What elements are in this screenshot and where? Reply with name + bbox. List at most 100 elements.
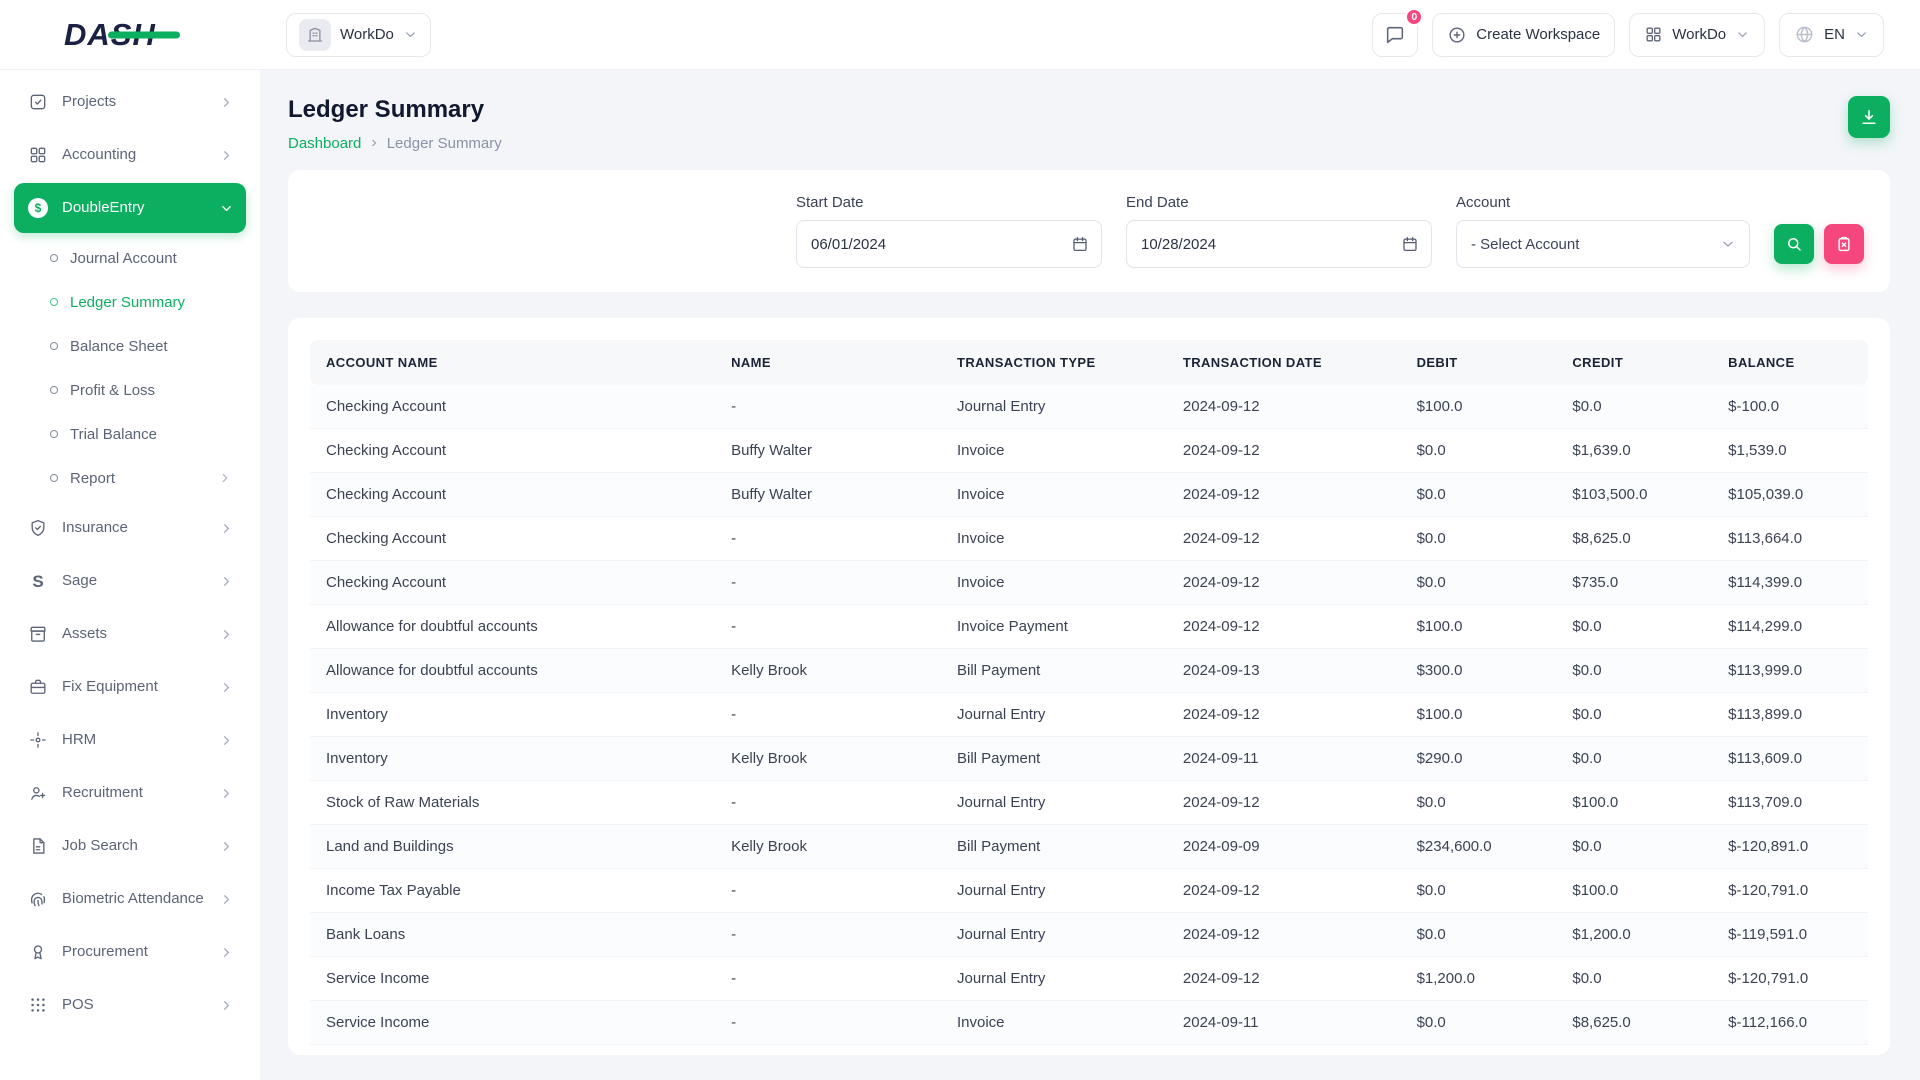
chat-icon bbox=[1384, 24, 1406, 46]
logo-area: DASH bbox=[0, 17, 260, 53]
account-select[interactable]: - Select Account bbox=[1456, 220, 1750, 268]
calendar-icon[interactable] bbox=[1401, 235, 1419, 253]
sidebar-item-accounting[interactable]: Accounting bbox=[14, 130, 246, 180]
sidebar-item-label: Recruitment bbox=[62, 784, 205, 803]
sidebar-subitem-label: Report bbox=[70, 470, 115, 487]
sidebar-item-label: HRM bbox=[62, 731, 205, 750]
table-row[interactable]: Inventory-Journal Entry2024-09-12$100.0$… bbox=[310, 693, 1868, 737]
table-row[interactable]: Service Income-Invoice2024-09-11$0.0$8,6… bbox=[310, 1001, 1868, 1045]
table-cell: Invoice bbox=[941, 1001, 1167, 1045]
table-row[interactable]: Land and BuildingsKelly BrookBill Paymen… bbox=[310, 825, 1868, 869]
table-row[interactable]: Stock of Raw Materials-Journal Entry2024… bbox=[310, 781, 1868, 825]
table-cell: 2024-09-13 bbox=[1167, 649, 1401, 693]
sidebar-item-label: Biometric Attendance bbox=[62, 890, 205, 909]
table-cell: Journal Entry bbox=[941, 869, 1167, 913]
chevron-right-icon bbox=[219, 574, 234, 589]
sidebar-item-label: Insurance bbox=[62, 519, 205, 538]
download-icon bbox=[1859, 107, 1879, 127]
main-content: Ledger Summary Dashboard › Ledger Summar… bbox=[260, 70, 1920, 1080]
search-button[interactable] bbox=[1774, 224, 1814, 264]
language-selector[interactable]: EN bbox=[1779, 13, 1884, 57]
start-date-field: Start Date bbox=[796, 194, 1102, 268]
table-row[interactable]: Income Tax Payable-Journal Entry2024-09-… bbox=[310, 869, 1868, 913]
workspace-selector[interactable]: WorkDo bbox=[286, 13, 431, 57]
sidebar-item-biometric-attendance[interactable]: Biometric Attendance bbox=[14, 874, 246, 924]
table-row[interactable]: Bank Loans-Journal Entry2024-09-12$0.0$1… bbox=[310, 913, 1868, 957]
table-header-row: ACCOUNT NAMENAMETRANSACTION TYPETRANSACT… bbox=[310, 340, 1868, 385]
table-row[interactable]: Checking Account-Invoice2024-09-12$0.0$8… bbox=[310, 517, 1868, 561]
workdo-menu-label: WorkDo bbox=[1672, 26, 1726, 43]
table-cell: $0.0 bbox=[1556, 737, 1712, 781]
table-cell: Checking Account bbox=[310, 561, 715, 605]
sidebar-subitem-balance-sheet[interactable]: Balance Sheet bbox=[0, 324, 260, 368]
ledger-table: ACCOUNT NAMENAMETRANSACTION TYPETRANSACT… bbox=[310, 340, 1868, 1045]
table-cell: Inventory bbox=[310, 737, 715, 781]
table-cell: Journal Entry bbox=[941, 781, 1167, 825]
filter-card: Start Date End Date Account bbox=[288, 170, 1890, 292]
column-header-name: NAME bbox=[715, 340, 941, 385]
chevron-right-icon bbox=[219, 148, 234, 163]
table-row[interactable]: Service Income-Journal Entry2024-09-12$1… bbox=[310, 957, 1868, 1001]
sidebar-item-procurement[interactable]: Procurement bbox=[14, 927, 246, 977]
table-cell: Invoice bbox=[941, 473, 1167, 517]
table-cell: $-100.0 bbox=[1712, 385, 1868, 429]
table-row[interactable]: Checking AccountBuffy WalterInvoice2024-… bbox=[310, 429, 1868, 473]
chevron-right-icon bbox=[219, 680, 234, 695]
create-workspace-button[interactable]: Create Workspace bbox=[1432, 13, 1615, 57]
table-cell: $0.0 bbox=[1556, 693, 1712, 737]
table-cell: $0.0 bbox=[1401, 561, 1557, 605]
bullet-icon bbox=[50, 430, 58, 438]
sidebar-item-hrm[interactable]: HRM bbox=[14, 715, 246, 765]
top-bar: DASH WorkDo 0 Create Workspace WorkDo bbox=[0, 0, 1920, 70]
grid-icon bbox=[1644, 25, 1663, 44]
start-date-input[interactable] bbox=[796, 220, 1102, 268]
sidebar-subitem-report[interactable]: Report bbox=[0, 456, 260, 500]
column-header-credit: CREDIT bbox=[1556, 340, 1712, 385]
calendar-icon[interactable] bbox=[1071, 235, 1089, 253]
workdo-app-menu[interactable]: WorkDo bbox=[1629, 13, 1765, 57]
table-cell: 2024-09-09 bbox=[1167, 825, 1401, 869]
breadcrumb-home-link[interactable]: Dashboard bbox=[288, 135, 361, 152]
table-row[interactable]: Allowance for doubtful accounts-Invoice … bbox=[310, 605, 1868, 649]
ledger-table-card: ACCOUNT NAMENAMETRANSACTION TYPETRANSACT… bbox=[288, 318, 1890, 1055]
sidebar-item-doubleentry[interactable]: $ DoubleEntry bbox=[14, 183, 246, 233]
pos-dots-icon bbox=[28, 995, 48, 1015]
table-cell: 2024-09-12 bbox=[1167, 385, 1401, 429]
dash-logo[interactable]: DASH bbox=[64, 17, 156, 53]
chevron-right-icon bbox=[219, 998, 234, 1013]
table-row[interactable]: Checking AccountBuffy WalterInvoice2024-… bbox=[310, 473, 1868, 517]
sidebar-subitem-profit-loss[interactable]: Profit & Loss bbox=[0, 368, 260, 412]
breadcrumb-separator-icon: › bbox=[371, 134, 376, 152]
sidebar-item-label: Job Search bbox=[62, 837, 205, 856]
table-cell: $8,625.0 bbox=[1556, 517, 1712, 561]
square-check-icon bbox=[28, 92, 48, 112]
download-button[interactable] bbox=[1848, 96, 1890, 138]
sidebar-item-job-search[interactable]: Job Search bbox=[14, 821, 246, 871]
sidebar-subitem-trial-balance[interactable]: Trial Balance bbox=[0, 412, 260, 456]
sidebar-subitem-journal-account[interactable]: Journal Account bbox=[0, 236, 260, 280]
sidebar-item-insurance[interactable]: Insurance bbox=[14, 503, 246, 553]
table-cell: Checking Account bbox=[310, 517, 715, 561]
sidebar-item-projects[interactable]: Projects bbox=[14, 77, 246, 127]
table-row[interactable]: Checking Account-Invoice2024-09-12$0.0$7… bbox=[310, 561, 1868, 605]
sidebar-item-sage[interactable]: S Sage bbox=[14, 556, 246, 606]
sidebar-item-assets[interactable]: Assets bbox=[14, 609, 246, 659]
bullet-icon bbox=[50, 474, 58, 482]
end-date-label: End Date bbox=[1126, 194, 1432, 211]
sidebar-item-fix-equipment[interactable]: Fix Equipment bbox=[14, 662, 246, 712]
sidebar-subitem-ledger-summary[interactable]: Ledger Summary bbox=[0, 280, 260, 324]
sidebar-item-recruitment[interactable]: Recruitment bbox=[14, 768, 246, 818]
table-cell: 2024-09-12 bbox=[1167, 957, 1401, 1001]
column-header-balance: BALANCE bbox=[1712, 340, 1868, 385]
building-icon bbox=[306, 26, 324, 44]
table-cell: Checking Account bbox=[310, 473, 715, 517]
end-date-input[interactable] bbox=[1126, 220, 1432, 268]
reset-button[interactable] bbox=[1824, 224, 1864, 264]
table-cell: $103,500.0 bbox=[1556, 473, 1712, 517]
messages-button[interactable]: 0 bbox=[1372, 13, 1418, 57]
table-cell: Kelly Brook bbox=[715, 825, 941, 869]
sidebar-item-pos[interactable]: POS bbox=[14, 980, 246, 1030]
table-row[interactable]: Checking Account-Journal Entry2024-09-12… bbox=[310, 385, 1868, 429]
table-row[interactable]: InventoryKelly BrookBill Payment2024-09-… bbox=[310, 737, 1868, 781]
table-row[interactable]: Allowance for doubtful accountsKelly Bro… bbox=[310, 649, 1868, 693]
